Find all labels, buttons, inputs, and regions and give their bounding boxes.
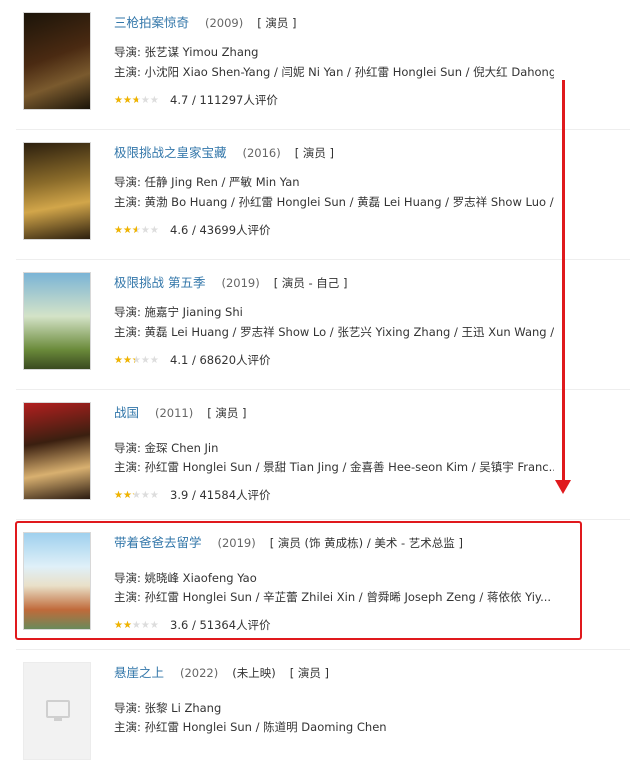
director-prefix: 导演:: [114, 175, 145, 189]
director-names: 金琛 Chen Jin: [144, 441, 219, 455]
film-year: (2009): [205, 16, 244, 30]
cast-names: 孙红雷 Honglei Sun / 景甜 Tian Jing / 金喜善 Hee…: [144, 460, 554, 474]
cast-prefix: 主演:: [114, 460, 145, 474]
poster-image[interactable]: [23, 272, 91, 370]
rating-row: ★★★★★★★★★★ 3.9 / 41584人评价: [114, 487, 271, 504]
film-status: (未上映): [232, 666, 276, 680]
film-item: 极限挑战之皇家宝藏 (2016) [ 演员 ] 导演: 任静 Jing Ren …: [0, 130, 630, 260]
film-role: [ 演员 ]: [294, 146, 335, 160]
poster-image[interactable]: [23, 142, 91, 240]
film-title-link[interactable]: 战国: [114, 405, 139, 420]
cast-names: 黄渤 Bo Huang / 孙红雷 Honglei Sun / 黄磊 Lei H…: [144, 195, 554, 209]
title-row: 战国 (2011) [ 演员 ]: [114, 404, 247, 422]
cast-prefix: 主演:: [114, 195, 145, 209]
cast-line: 主演: 小沈阳 Xiao Shen-Yang / 闫妮 Ni Yan / 孙红雷…: [114, 64, 554, 81]
director-names: 张艺谋 Yimou Zhang: [144, 45, 259, 59]
director-names: 张黎 Li Zhang: [144, 701, 222, 715]
cast-prefix: 主演:: [114, 720, 145, 734]
star-rating-icon: ★★★★★★★★★★: [114, 489, 159, 501]
rating-row: ★★★★★★★★★★ 4.6 / 43699人评价: [114, 222, 271, 239]
rating-text: 3.9 / 41584人评价: [170, 488, 271, 502]
star-rating-icon: ★★★★★★★★★★: [114, 224, 159, 236]
cast-line: 主演: 黄磊 Lei Huang / 罗志祥 Show Lo / 张艺兴 Yix…: [114, 324, 554, 341]
film-role: [ 演员 ]: [289, 666, 329, 680]
annotation-arrow-line: [562, 80, 565, 488]
cast-line: 主演: 黄渤 Bo Huang / 孙红雷 Honglei Sun / 黄磊 L…: [114, 194, 554, 211]
rating-text: 4.1 / 68620人评价: [170, 353, 271, 367]
cast-prefix: 主演:: [114, 65, 145, 79]
director-prefix: 导演:: [114, 45, 145, 59]
rating-text: 4.6 / 43699人评价: [170, 223, 271, 237]
film-item: 战国 (2011) [ 演员 ] 导演: 金琛 Chen Jin 主演: 孙红雷…: [0, 390, 630, 520]
cast-names: 黄磊 Lei Huang / 罗志祥 Show Lo / 张艺兴 Yixing …: [144, 325, 554, 339]
director-prefix: 导演:: [114, 701, 145, 715]
director-line: 导演: 张艺谋 Yimou Zhang: [114, 44, 554, 61]
film-role: [ 演员 ]: [207, 406, 247, 420]
director-line: 导演: 张黎 Li Zhang: [114, 700, 554, 717]
director-names: 施嘉宁 Jianing Shi: [144, 305, 243, 319]
director-line: 导演: 施嘉宁 Jianing Shi: [114, 304, 554, 321]
cast-names: 小沈阳 Xiao Shen-Yang / 闫妮 Ni Yan / 孙红雷 Hon…: [144, 65, 554, 79]
director-line: 导演: 任静 Jing Ren / 严敏 Min Yan: [114, 174, 554, 191]
title-row: 悬崖之上 (2022) (未上映) [ 演员 ]: [114, 664, 329, 682]
cast-line: 主演: 孙红雷 Honglei Sun / 陈道明 Daoming Chen: [114, 719, 554, 736]
film-role: [ 演员 ]: [257, 16, 297, 30]
film-year: (2022): [180, 666, 219, 680]
rating-row: ★★★★★★★★★★ 4.1 / 68620人评价: [114, 352, 271, 369]
title-row: 三枪拍案惊奇 (2009) [ 演员 ]: [114, 14, 297, 32]
film-item: 悬崖之上 (2022) (未上映) [ 演员 ] 导演: 张黎 Li Zhang…: [0, 650, 630, 780]
poster-image[interactable]: [23, 402, 91, 500]
film-year: (2019): [221, 276, 260, 290]
film-title-link[interactable]: 悬崖之上: [114, 665, 164, 680]
rating-text: 4.7 / 111297人评价: [170, 93, 278, 107]
director-line: 导演: 金琛 Chen Jin: [114, 440, 554, 457]
film-title-link[interactable]: 极限挑战之皇家宝藏: [114, 145, 227, 160]
cast-line: 主演: 孙红雷 Honglei Sun / 景甜 Tian Jing / 金喜善…: [114, 459, 554, 476]
image-placeholder-icon: [46, 700, 70, 721]
poster-image[interactable]: [23, 12, 91, 110]
film-year: (2011): [155, 406, 194, 420]
annotation-arrow-head-icon: [555, 480, 571, 494]
title-row: 极限挑战之皇家宝藏 (2016) [ 演员 ]: [114, 144, 334, 162]
title-row: 极限挑战 第五季 (2019) [ 演员 - 自己 ]: [114, 274, 347, 292]
film-item: 极限挑战 第五季 (2019) [ 演员 - 自己 ] 导演: 施嘉宁 Jian…: [0, 260, 630, 390]
cast-prefix: 主演:: [114, 325, 145, 339]
director-prefix: 导演:: [114, 441, 145, 455]
director-prefix: 导演:: [114, 305, 145, 319]
star-rating-icon: ★★★★★★★★★★: [114, 354, 159, 366]
film-year: (2016): [242, 146, 281, 160]
highlight-box: [15, 521, 582, 640]
star-rating-icon: ★★★★★★★★★★: [114, 94, 159, 106]
film-title-link[interactable]: 三枪拍案惊奇: [114, 15, 189, 30]
poster-image[interactable]: [23, 662, 91, 760]
film-title-link[interactable]: 极限挑战 第五季: [114, 275, 205, 290]
director-names: 任静 Jing Ren / 严敏 Min Yan: [144, 175, 300, 189]
film-role: [ 演员 - 自己 ]: [273, 276, 348, 290]
cast-names: 孙红雷 Honglei Sun / 陈道明 Daoming Chen: [144, 720, 387, 734]
rating-row: ★★★★★★★★★★ 4.7 / 111297人评价: [114, 92, 278, 109]
film-item: 三枪拍案惊奇 (2009) [ 演员 ] 导演: 张艺谋 Yimou Zhang…: [0, 0, 630, 130]
